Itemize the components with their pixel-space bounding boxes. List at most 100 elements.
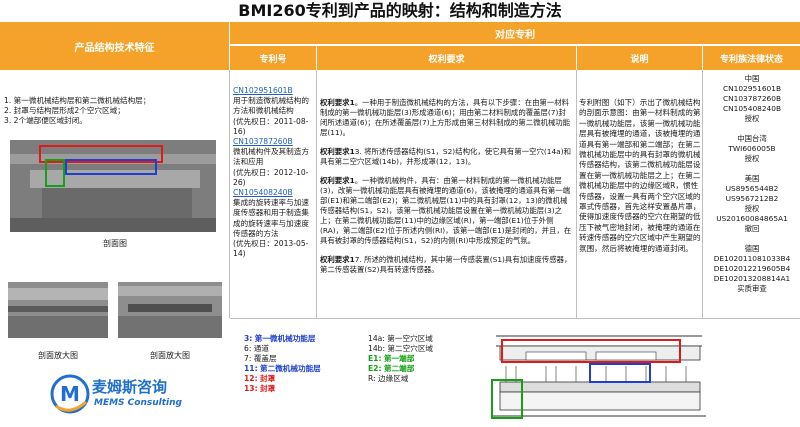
status-item: DE102012219605B4 [704, 264, 800, 274]
caption-zoom-2: 剖面放大图 [118, 350, 222, 361]
legend-label: 第一端部 [384, 354, 414, 363]
grid-line [576, 70, 577, 318]
patent-priority: (优先权日：2012-10-26) [233, 168, 315, 188]
spacer [704, 164, 800, 174]
claim-label: 权利要求1 [320, 255, 355, 264]
legend-num: 14b: [368, 344, 385, 353]
status-region: 中国台湾 [704, 134, 800, 144]
legend-num: E2: [368, 364, 382, 373]
zoom-image-2 [118, 282, 222, 338]
claim-item: 权利要求17. 所述的微机械结构，其中第一传感装置(S1)具有加速度传感器，第二… [320, 255, 572, 275]
legend-num: 12: [244, 374, 258, 383]
feature-item: 2. 封罩与结构层形成2个空穴区域； [4, 106, 226, 116]
feature-item: 1. 第一微机械结构层和第二微机械结构层； [4, 96, 226, 106]
patent-priority: (优先权日：2011-08-16) [233, 117, 315, 137]
status-item: TWI606005B [704, 144, 800, 154]
legend-label: 封罩 [260, 384, 275, 393]
legend-label: 通道 [254, 344, 269, 353]
patent-entry: CN105408240B 集成的旋转速率与加速度传感器和用于制造集成的旋转速率与… [233, 188, 315, 259]
claim-label: 权利要求1 [320, 147, 355, 156]
header-description: 说明 [577, 46, 702, 70]
header-claims: 权利要求 [317, 46, 576, 70]
section-image [10, 140, 216, 232]
mems-consulting-logo: M 麦姆斯咨询 MEMS Consulting [48, 372, 208, 420]
legend-row: 13: 封罩 [244, 384, 464, 394]
page-title: BMI260专利到产品的映射：结构和制造方法 [0, 0, 800, 22]
grid-line [316, 70, 317, 318]
patent-link[interactable]: CN105408240B [233, 188, 315, 198]
legend-label: 第二微机械功能层 [260, 364, 321, 373]
legend-num: 13: [244, 384, 258, 393]
status-item: DE102013208814A1 [704, 274, 800, 284]
legend-row: 6: 通道 14b: 第二空穴区域 [244, 344, 464, 354]
claims-list: 权利要求1。一种用于制造微机械结构的方法，具有以下步骤：在由第一材料制成的第一微… [320, 98, 572, 284]
grid-line [229, 70, 230, 318]
header-patents-group: 对应专利 [230, 22, 800, 44]
description-text: 专利附图（如下）示出了微机械结构的剖面示意图：由第一材料制成的第一微机械功能层，… [579, 98, 701, 254]
status-item: CN105408240B [704, 104, 800, 114]
patent-link[interactable]: CN103787260B [233, 137, 315, 147]
patent-priority: (优先权日：2013-05-14) [233, 239, 315, 259]
svg-text:M: M [60, 382, 80, 406]
claim-text: 。一种微机械构件，具有：由第一材料制成的第一微机械功能层(3)，改第一微机械功能… [320, 176, 571, 245]
status-region: 美国 [704, 174, 800, 184]
legend-label: 边缘区域 [378, 374, 408, 383]
status-item: 撤回 [704, 224, 800, 234]
section-image-drawing [10, 140, 216, 232]
claim-text: 7. 所述的微机械结构，其中第一传感装置(S1)具有加速度传感器，第二传感装置(… [320, 255, 571, 274]
patent-list: CN102951601B 用于制造微机械结构的方法和微机械结构 (优先权日：20… [233, 86, 315, 259]
legend-label: 封罩 [260, 374, 275, 383]
claim-item: 权利要求13. 将所述传感器结构(S1，S2)结构化，使它具有第一空穴(14a)… [320, 147, 572, 167]
grid-line [230, 318, 800, 319]
logo-text-cn: 麦姆斯咨询 [92, 376, 167, 397]
header-product-feature: 产品结构技术特征 [0, 22, 229, 70]
header-patent-no: 专利号 [230, 46, 316, 70]
status-region: 德国 [704, 244, 800, 254]
legend-num: 14a: [368, 334, 385, 343]
legend-row: 12: 封罩 R: 边缘区域 [244, 374, 464, 384]
status-item: 授权 [704, 154, 800, 164]
zoom-image-1 [8, 282, 108, 338]
caption-section: 剖面图 [60, 238, 170, 249]
legend-row: 11: 第二微机械功能层 E2: 第二端部 [244, 364, 464, 374]
zoom-image-2-drawing [118, 282, 222, 338]
feature-list: 1. 第一微机械结构层和第二微机械结构层； 2. 封罩与结构层形成2个空穴区域；… [4, 96, 226, 126]
legend: 3: 第一微机械功能层 14a: 第一空穴区域 6: 通道 14b: 第二空穴区… [244, 334, 464, 394]
header-legal-status: 专利族法律状态 [703, 46, 800, 70]
status-item: US8956544B2 [704, 184, 800, 194]
legend-num: R: [368, 374, 376, 383]
legend-row: 7: 覆盖层 E1: 第一端部 [244, 354, 464, 364]
caption-zoom-1: 剖面放大图 [8, 350, 108, 361]
status-item: US9567212B2 [704, 194, 800, 204]
patent-desc: 集成的旋转速率与加速度传感器和用于制造集成的旋转速率与加速度传感器的方法 [233, 198, 315, 239]
patent-entry: CN102951601B 用于制造微机械结构的方法和微机械结构 (优先权日：20… [233, 86, 315, 137]
legend-label: 第一微机械功能层 [255, 334, 316, 343]
claim-item: 权利要求1。一种用于制造微机械结构的方法，具有以下步骤：在由第一材料制成的第一微… [320, 98, 572, 138]
patent-diagram-drawing [486, 322, 712, 424]
legend-num: 3: [244, 334, 252, 343]
legend-num: 7: [244, 354, 251, 363]
legend-num: E1: [368, 354, 382, 363]
grid-line [702, 70, 703, 318]
legend-label: 第二空穴区域 [387, 344, 433, 353]
patent-entry: CN103787260B 微机械构件及其制造方法和应用 (优先权日：2012-1… [233, 137, 315, 188]
legend-num: 6: [244, 344, 251, 353]
feature-item: 3. 2个端部便区域封闭。 [4, 116, 226, 126]
status-item: US20160084865A1 [704, 214, 800, 224]
legend-label: 覆盖层 [254, 354, 277, 363]
status-item: 授权 [704, 114, 800, 124]
legend-num: 11: [244, 364, 258, 373]
spacer [704, 234, 800, 244]
claim-label: 权利要求1 [320, 98, 355, 107]
status-item: 授权 [704, 204, 800, 214]
legend-label: 第二端部 [384, 364, 414, 373]
spacer [704, 124, 800, 134]
zoom-image-1-drawing [8, 282, 108, 338]
patent-diagram [486, 322, 712, 424]
claim-text: 3. 将所述传感器结构(S1，S2)结构化，使它具有第一空穴(14a)和具有第二… [320, 147, 571, 166]
status-item: CN103787260B [704, 94, 800, 104]
patent-link[interactable]: CN102951601B [233, 86, 315, 96]
status-item: DE102011081033B4 [704, 254, 800, 264]
claim-text: 。一种用于制造微机械结构的方法，具有以下步骤：在由第一材料制成的第一微机械功能层… [320, 98, 570, 137]
status-item: CN102951601B [704, 84, 800, 94]
